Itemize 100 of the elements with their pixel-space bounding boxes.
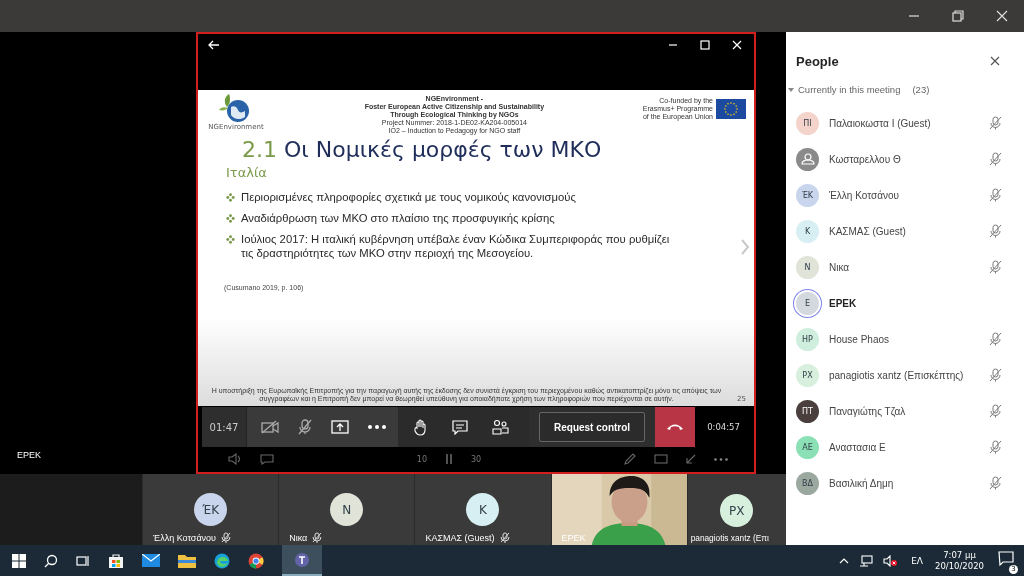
task-view-icon[interactable]	[76, 553, 90, 568]
participant-row[interactable]: ΑΕ Αναστασια Ε	[796, 429, 1014, 465]
caret-icon	[788, 87, 794, 92]
participant-name: Αναστασια Ε	[829, 441, 887, 453]
chat-icon[interactable]	[452, 419, 468, 435]
participant-count: (23)	[912, 84, 930, 95]
avatar: K	[796, 219, 819, 243]
participant-name: ΚΑΣΜΑΣ (Guest)	[829, 225, 907, 237]
slide-title: Οι Νομικές μορφές των ΜΚΟ	[284, 137, 602, 163]
bullet-icon	[226, 235, 235, 244]
avatar: ΈΚ	[194, 493, 228, 526]
participant-row[interactable]: Κωσταρελλου Θ	[796, 141, 1014, 177]
participant-name: ΕΡΕΚ	[561, 533, 586, 543]
phone-icon	[666, 423, 685, 431]
avatar: HP	[796, 327, 819, 351]
avatar: E	[796, 291, 819, 315]
bullet-icon	[226, 193, 235, 202]
participant-row[interactable]: E ΕΡΕΚ	[796, 285, 1014, 321]
input-language[interactable]: ΕΛ	[911, 555, 923, 566]
participant-name: panagiotis xantz (Επισκέπτης)	[829, 369, 965, 381]
avatar: K	[466, 493, 500, 526]
participant-name: Κωσταρελλου Θ	[829, 153, 902, 165]
panel-title: People	[796, 53, 839, 69]
maximize-icon[interactable]	[700, 40, 710, 50]
participant-row[interactable]: ΒΔ Βασιλική Δημη	[796, 465, 1014, 501]
avatar: PX	[720, 494, 754, 527]
avatar: ΒΔ	[796, 471, 819, 495]
participant-row[interactable]: ΠΤ Παναγιώτης Τζαλ	[796, 393, 1014, 429]
captions-icon[interactable]	[260, 453, 274, 465]
bullet-text: Ιούλιος 2017: Η ιταλική κυβέρνηση υπέβαλε έναν Κώδικα Συμπεριφοράς που ρυθμίζει τις δραστηριότητες των ΜΚΟ στην περιοχή της Μεσογείου.	[241, 232, 671, 260]
participant-row[interactable]: ΈΚ Έλλη Κοτσάνου	[796, 177, 1014, 213]
mic-off-icon[interactable]	[298, 419, 312, 435]
pause-icon[interactable]	[445, 454, 453, 464]
chevron-up-icon[interactable]	[839, 557, 850, 564]
mail-icon[interactable]	[142, 554, 160, 567]
more-icon[interactable]	[714, 457, 728, 461]
back-icon[interactable]	[208, 40, 220, 50]
participant-name: Παλαιοκωστα Ι (Guest)	[829, 117, 932, 129]
clock[interactable]: 7:07 μμ 20/10/2020	[935, 549, 984, 572]
participant-row[interactable]: HP House Phaos	[796, 321, 1014, 357]
participant-name: Έλλη Κοτσάνου	[153, 532, 217, 543]
avatar: PX	[796, 363, 819, 387]
share-screen-icon[interactable]	[331, 419, 349, 435]
shrink-icon[interactable]	[686, 454, 696, 464]
forward-seconds[interactable]: 30	[471, 454, 482, 464]
folder-icon[interactable]	[178, 553, 196, 568]
participant-row[interactable]: ΠΙ Παλαιοκωστα Ι (Guest)	[796, 105, 1014, 141]
store-bag-icon[interactable]	[108, 552, 124, 569]
volume-muted-icon[interactable]	[883, 554, 898, 567]
browser-wave-icon[interactable]	[214, 552, 230, 569]
rewind-seconds[interactable]: 10	[416, 454, 427, 464]
raise-hand-icon[interactable]	[414, 418, 428, 436]
meeting-section-header[interactable]: Currently in this meeting (23)	[788, 84, 1014, 95]
request-control-button[interactable]: Request control	[539, 412, 646, 442]
participant-name: House Phaos	[829, 333, 891, 345]
participant-row[interactable]: N Νικα	[796, 249, 1014, 285]
taskbar-app-button[interactable]	[282, 545, 322, 576]
participant-name: Βασιλική Δημη	[829, 477, 895, 489]
participant-name: Νικα	[289, 532, 308, 543]
participant-tile[interactable]: PX panagiotis xantz (Επι	[686, 474, 787, 545]
restore-icon[interactable]	[952, 10, 964, 22]
person-icon	[800, 153, 815, 165]
call-duration: 0:04:57	[707, 422, 740, 432]
more-icon[interactable]	[368, 425, 386, 429]
avatar: N	[796, 255, 819, 279]
participant-tile[interactable]: K ΚΑΣΜΑΣ (Guest)	[414, 474, 551, 545]
network-icon[interactable]	[859, 554, 874, 567]
notification-icon[interactable]	[998, 550, 1014, 567]
chrome-icon[interactable]	[248, 552, 264, 569]
bullet-text: Αναδιάρθρωση των ΜΚΟ στο πλαίσιο της προσφυγικής κρίσης	[241, 211, 555, 225]
section-title: Currently in this meeting	[798, 84, 901, 95]
participants-icon[interactable]	[492, 419, 509, 435]
slide-subtitle: Ιταλία	[226, 165, 268, 180]
bullet-text: Περιορισμένες πληροφορίες σχετικά με τους νομικούς κανονισμούς	[241, 190, 576, 204]
pen-icon[interactable]	[624, 453, 636, 465]
participant-row[interactable]: PX panagiotis xantz (Επισκέπτης)	[796, 357, 1014, 393]
hang-up-button[interactable]	[655, 407, 696, 447]
camera-off-icon[interactable]	[261, 420, 279, 434]
avatar: ΠΤ	[796, 399, 819, 423]
avatar: ΠΙ	[796, 111, 819, 135]
participant-name: ΕΡΕΚ	[829, 297, 858, 309]
participant-name: ΚΑΣΜΑΣ (Guest)	[425, 532, 495, 543]
volume-icon[interactable]	[228, 453, 242, 465]
participant-tile[interactable]: ΈΚ Έλλη Κοτσάνου	[142, 474, 279, 545]
avatar: ΈΚ	[796, 183, 819, 207]
avatar: ΑΕ	[796, 435, 819, 459]
search-icon[interactable]	[44, 553, 58, 568]
section-number: 2.1	[242, 137, 277, 163]
flag-icon	[716, 99, 746, 119]
participant-row[interactable]: K ΚΑΣΜΑΣ (Guest)	[796, 213, 1014, 249]
participant-name: Νικα	[829, 261, 851, 273]
screen-icon[interactable]	[654, 454, 668, 464]
avatar: N	[330, 493, 364, 526]
participant-name: Έλλη Κοτσάνου	[829, 189, 900, 201]
presenter-label: ΕΡΕΚ	[17, 450, 41, 460]
close-icon[interactable]	[990, 56, 1000, 66]
participant-name: Παναγιώτης Τζαλ	[829, 405, 907, 417]
participant-tile[interactable]: N Νικα	[278, 474, 415, 545]
participant-name: panagiotis xantz (Επι	[690, 533, 769, 543]
windows-start-icon[interactable]	[12, 553, 26, 568]
